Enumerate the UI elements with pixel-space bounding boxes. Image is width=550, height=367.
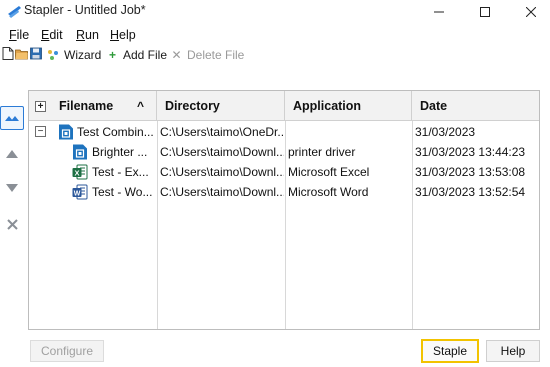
row-application: [288, 122, 410, 142]
delete-file-button[interactable]: ✕ Delete File: [170, 46, 244, 64]
menu-help-accel: H: [110, 28, 120, 42]
header-directory[interactable]: Directory: [157, 91, 285, 121]
header-filename[interactable]: + Filename ^: [29, 91, 157, 121]
file-tree-table: + Filename ^ Directory Application Date …: [28, 90, 540, 330]
menu-file[interactable]: File: [9, 28, 29, 42]
menu-file-accel: F: [9, 28, 17, 42]
row-directory: C:\Users\taimo\Downl...: [160, 145, 284, 159]
svg-text:X: X: [74, 168, 79, 177]
delete-icon: ✕: [171, 48, 182, 62]
table-row[interactable]: X Test - Ex... C:\Users\taimo\Downl... M…: [29, 162, 539, 182]
remove-x-icon: [6, 218, 18, 230]
row-application: printer driver: [288, 145, 356, 159]
excel-icon: X: [72, 164, 88, 180]
stapler-doc-icon: [73, 144, 87, 160]
table-row[interactable]: W Test - Wo... C:\Users\taimo\Downl... M…: [29, 182, 539, 202]
word-icon: W: [72, 184, 88, 200]
delete-file-label: Delete File: [187, 48, 245, 62]
menu-run[interactable]: Run: [76, 28, 99, 42]
window-title: Stapler - Untitled Job*: [24, 3, 146, 17]
minimize-icon: [434, 11, 444, 13]
move-down-button[interactable]: [0, 176, 24, 200]
configure-label: Configure: [40, 344, 94, 358]
row-date: 31/03/2023 13:44:23: [415, 145, 526, 159]
remove-button[interactable]: [0, 212, 24, 236]
row-date: 31/03/2023 13:52:54: [415, 185, 526, 199]
header-filename-label: Filename: [59, 99, 114, 113]
minimize-button[interactable]: [416, 0, 462, 24]
wizard-icon: [48, 50, 58, 60]
row-application: Microsoft Excel: [288, 165, 370, 179]
row-filename: Test - Wo...: [92, 185, 153, 199]
help-button[interactable]: Help: [486, 340, 540, 362]
row-date: 31/03/2023 13:53:08: [415, 165, 526, 179]
stapler-doc-icon: [59, 124, 73, 140]
add-file-button[interactable]: + Add File: [106, 46, 167, 64]
expand-all-toggle[interactable]: +: [35, 101, 46, 112]
header-date-label: Date: [420, 99, 448, 113]
row-filename: Brighter ...: [92, 145, 148, 159]
move-top-icon: [5, 116, 19, 121]
toolbar: Wizard + Add File ✕ Delete File: [0, 46, 550, 64]
arrow-down-icon: [6, 184, 18, 192]
menu-bar: File Edit Run Help: [0, 26, 550, 44]
menu-edit[interactable]: Edit: [41, 28, 63, 42]
row-date: 31/03/2023: [415, 125, 476, 139]
staple-label: Staple: [432, 344, 468, 358]
close-button[interactable]: [508, 0, 550, 24]
row-directory: C:\Users\taimo\OneDr...: [160, 125, 284, 139]
staple-button[interactable]: Staple: [421, 339, 479, 363]
open-folder-icon[interactable]: [15, 47, 28, 60]
table-header: + Filename ^ Directory Application Date: [29, 91, 539, 121]
svg-text:W: W: [74, 190, 81, 197]
close-icon: [526, 7, 536, 17]
stapler-icon: [8, 6, 21, 18]
row-filename: Test - Ex...: [92, 165, 149, 179]
title-bar: Stapler - Untitled Job*: [0, 0, 550, 24]
save-disk-icon[interactable]: [30, 47, 42, 60]
add-file-label: Add File: [123, 48, 168, 62]
menu-run-label: un: [85, 28, 99, 42]
menu-help[interactable]: Help: [110, 28, 136, 42]
menu-run-accel: R: [76, 28, 86, 42]
arrow-up-icon: [6, 150, 18, 158]
row-directory: C:\Users\taimo\Downl...: [160, 165, 284, 179]
header-date[interactable]: Date: [412, 91, 539, 121]
table-row[interactable]: Brighter ... C:\Users\taimo\Downl... pri…: [29, 142, 539, 162]
maximize-icon: [480, 7, 490, 17]
header-application-label: Application: [293, 99, 362, 113]
header-application[interactable]: Application: [285, 91, 412, 121]
sort-ascending-icon: ^: [137, 99, 145, 113]
header-directory-label: Directory: [165, 99, 220, 113]
menu-help-label: elp: [119, 28, 136, 42]
row-filename: Test Combin...: [77, 125, 154, 139]
new-document-icon[interactable]: [2, 47, 14, 60]
menu-edit-label: dit: [49, 28, 63, 42]
row-application: Microsoft Word: [288, 185, 369, 199]
wizard-label: Wizard: [64, 48, 102, 62]
move-top-button[interactable]: [0, 106, 24, 130]
add-icon: +: [108, 48, 116, 62]
maximize-button[interactable]: [462, 0, 508, 24]
collapse-toggle[interactable]: −: [35, 126, 46, 137]
wizard-button[interactable]: Wizard: [46, 46, 101, 64]
menu-file-label: ile: [16, 28, 30, 42]
row-directory: C:\Users\taimo\Downl...: [160, 185, 284, 199]
configure-button[interactable]: Configure: [30, 340, 104, 362]
table-row[interactable]: − Test Combin... C:\Users\taimo\OneDr...…: [29, 122, 539, 142]
help-label: Help: [500, 344, 526, 358]
move-up-button[interactable]: [0, 142, 24, 166]
